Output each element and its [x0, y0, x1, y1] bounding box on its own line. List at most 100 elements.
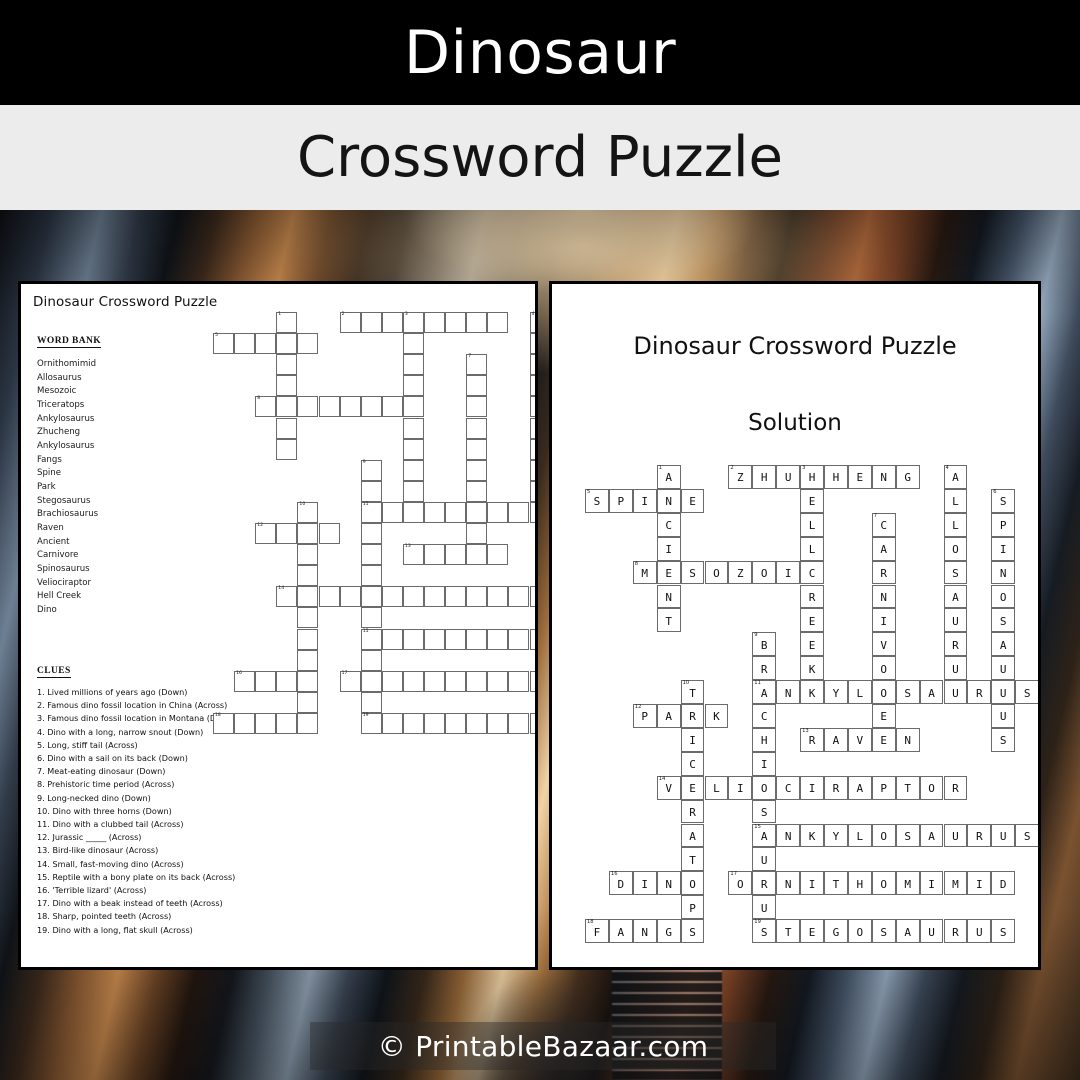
crossword-cell[interactable] [276, 375, 298, 397]
crossword-cell[interactable] [297, 670, 319, 692]
crossword-cell[interactable] [360, 565, 382, 587]
crossword-cell[interactable] [445, 312, 467, 334]
crossword-cell[interactable] [529, 628, 535, 650]
crossword-cell[interactable] [255, 670, 277, 692]
crossword-cell[interactable] [276, 396, 298, 418]
crossword-cell[interactable] [360, 480, 382, 502]
crossword-cell[interactable] [360, 586, 382, 608]
crossword-cell[interactable] [402, 438, 424, 460]
crossword-cell[interactable] [424, 628, 446, 650]
crossword-cell[interactable] [297, 523, 319, 545]
crossword-cell[interactable]: 15 [360, 628, 382, 650]
crossword-cell[interactable]: 1 [276, 312, 298, 334]
crossword-cell[interactable]: 18 [213, 712, 235, 734]
crossword-cell[interactable] [360, 691, 382, 713]
crossword-cell[interactable] [402, 480, 424, 502]
crossword-cell[interactable] [276, 417, 298, 439]
crossword-cell[interactable] [402, 333, 424, 355]
crossword-cell[interactable] [529, 417, 535, 439]
crossword-cell[interactable] [466, 712, 488, 734]
crossword-cell[interactable] [297, 712, 319, 734]
crossword-cell[interactable]: 9 [360, 459, 382, 481]
crossword-cell[interactable] [529, 586, 535, 608]
crossword-cell[interactable] [529, 480, 535, 502]
crossword-cell[interactable] [487, 501, 509, 523]
crossword-cell[interactable] [466, 670, 488, 692]
crossword-cell[interactable] [402, 670, 424, 692]
crossword-cell[interactable] [466, 501, 488, 523]
crossword-cell[interactable] [487, 312, 509, 334]
crossword-cell[interactable] [360, 312, 382, 334]
crossword-cell[interactable] [445, 544, 467, 566]
crossword-cell[interactable] [508, 712, 530, 734]
crossword-cell[interactable] [529, 670, 535, 692]
crossword-cell[interactable] [402, 712, 424, 734]
crossword-cell[interactable] [360, 607, 382, 629]
crossword-cell[interactable] [466, 628, 488, 650]
crossword-cell[interactable] [381, 628, 403, 650]
crossword-cell[interactable] [402, 586, 424, 608]
crossword-cell[interactable] [276, 670, 298, 692]
crossword-cell[interactable] [508, 628, 530, 650]
crossword-cell[interactable] [276, 712, 298, 734]
crossword-cell[interactable] [424, 712, 446, 734]
crossword-cell[interactable] [297, 607, 319, 629]
crossword-cell[interactable] [466, 523, 488, 545]
crossword-cell[interactable]: 13 [402, 544, 424, 566]
crossword-cell[interactable] [402, 459, 424, 481]
crossword-cell[interactable] [381, 501, 403, 523]
crossword-cell[interactable]: 2 [339, 312, 361, 334]
crossword-cell[interactable] [381, 312, 403, 334]
crossword-cell[interactable] [318, 523, 340, 545]
crossword-cell[interactable]: 8 [255, 396, 277, 418]
crossword-cell[interactable] [445, 712, 467, 734]
crossword-cell[interactable] [297, 333, 319, 355]
crossword-cell[interactable] [466, 480, 488, 502]
crossword-cell[interactable]: 5 [213, 333, 235, 355]
crossword-cell[interactable] [255, 712, 277, 734]
crossword-cell[interactable] [466, 312, 488, 334]
crossword-cell[interactable] [466, 459, 488, 481]
crossword-cell[interactable] [508, 501, 530, 523]
crossword-cell[interactable] [529, 333, 535, 355]
crossword-cell[interactable]: 3 [402, 312, 424, 334]
crossword-cell[interactable] [297, 649, 319, 671]
crossword-cell[interactable] [508, 670, 530, 692]
crossword-cell[interactable] [424, 670, 446, 692]
crossword-cell[interactable] [360, 544, 382, 566]
crossword-cell[interactable] [276, 333, 298, 355]
crossword-cell[interactable] [487, 586, 509, 608]
crossword-cell[interactable] [297, 586, 319, 608]
crossword-cell[interactable] [297, 396, 319, 418]
crossword-cell[interactable]: 11 [360, 501, 382, 523]
crossword-cell[interactable] [529, 396, 535, 418]
crossword-cell[interactable] [339, 586, 361, 608]
crossword-cell[interactable] [466, 417, 488, 439]
crossword-cell[interactable] [424, 312, 446, 334]
crossword-cell[interactable]: 16 [234, 670, 256, 692]
crossword-cell[interactable]: 12 [255, 523, 277, 545]
crossword-cell[interactable] [276, 438, 298, 460]
crossword-cell[interactable] [360, 396, 382, 418]
crossword-cell[interactable] [445, 670, 467, 692]
crossword-cell[interactable] [402, 628, 424, 650]
crossword-cell[interactable] [529, 354, 535, 376]
crossword-cell[interactable] [402, 396, 424, 418]
crossword-cell[interactable] [381, 712, 403, 734]
crossword-cell[interactable] [339, 396, 361, 418]
crossword-cell[interactable] [466, 396, 488, 418]
crossword-cell[interactable] [234, 712, 256, 734]
crossword-cell[interactable]: 19 [360, 712, 382, 734]
crossword-cell[interactable]: 4 [529, 312, 535, 334]
crossword-cell[interactable] [445, 586, 467, 608]
crossword-cell[interactable] [360, 649, 382, 671]
crossword-cell[interactable] [276, 523, 298, 545]
crossword-cell[interactable] [297, 565, 319, 587]
crossword-cell[interactable]: 14 [276, 586, 298, 608]
crossword-cell[interactable] [402, 501, 424, 523]
crossword-cell[interactable] [508, 586, 530, 608]
crossword-cell[interactable] [402, 354, 424, 376]
crossword-cell[interactable] [487, 712, 509, 734]
crossword-cell[interactable] [234, 333, 256, 355]
crossword-cell[interactable] [381, 670, 403, 692]
